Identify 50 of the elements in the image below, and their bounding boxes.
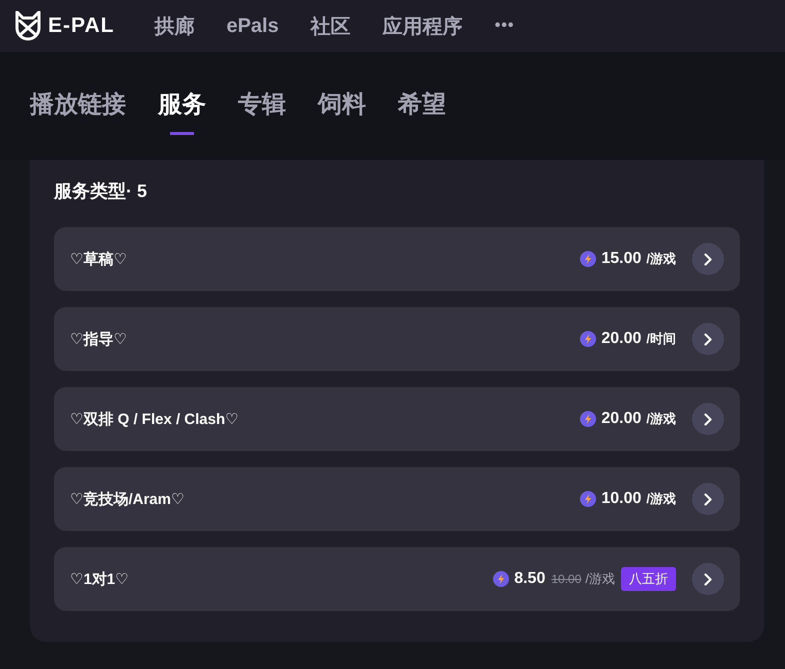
nav-link[interactable]: 社区 [310, 12, 351, 40]
service-card[interactable]: ♡指导♡ 20.00 /时间 [54, 307, 740, 371]
tab[interactable]: 专辑 [238, 90, 286, 135]
service-name: ♡竞技场/Aram♡ [70, 490, 184, 508]
tab[interactable]: 播放链接 [30, 90, 126, 135]
lightning-coin-icon [580, 491, 596, 507]
price-unit: /时间 [646, 330, 676, 348]
service-name: ♡草稿♡ [70, 250, 127, 268]
price-text: 15.00 [601, 250, 642, 268]
original-price: 10.00 [551, 572, 582, 586]
service-name: ♡1对1♡ [70, 570, 129, 588]
next-button[interactable] [692, 323, 724, 355]
lightning-coin-icon [580, 331, 596, 347]
discount-badge: 八五折 [621, 567, 676, 591]
chevron-right-icon [704, 572, 712, 586]
lightning-coin-icon [580, 411, 596, 427]
nav-link[interactable]: 应用程序 [382, 12, 463, 40]
chevron-right-icon [704, 492, 712, 506]
chevron-right-icon [704, 332, 712, 346]
price-text: 10.00 [601, 490, 642, 508]
service-card[interactable]: ♡草稿♡ 15.00 /游戏 [54, 227, 740, 291]
chevron-right-icon [704, 412, 712, 426]
section-title: 服务类型· 5 [54, 180, 148, 202]
service-card[interactable]: ♡竞技场/Aram♡ 10.00 /游戏 [54, 467, 740, 531]
price-text: 20.00 [601, 410, 642, 428]
price-unit: /游戏 [585, 570, 615, 588]
cat-logo-icon [14, 11, 42, 41]
lightning-coin-icon [580, 251, 596, 267]
next-button[interactable] [692, 563, 724, 595]
price-text: 20.00 [601, 330, 642, 348]
next-button[interactable] [692, 243, 724, 275]
price-unit: /游戏 [646, 490, 676, 508]
logo-wordmark[interactable]: E-PAL [48, 14, 114, 38]
service-card[interactable]: ♡双排 Q / Flex / Clash♡ 20.00 /游戏 [54, 387, 740, 451]
more-button[interactable]: ••• [494, 17, 515, 35]
nav-link[interactable]: ePals [226, 14, 279, 38]
service-name: ♡双排 Q / Flex / Clash♡ [70, 410, 239, 428]
tab[interactable]: 饲料 [318, 90, 366, 135]
next-button[interactable] [692, 403, 724, 435]
lightning-coin-icon [493, 571, 510, 587]
service-name: ♡指导♡ [70, 330, 127, 348]
next-button[interactable] [692, 483, 724, 515]
tab[interactable]: 服务 [158, 90, 206, 135]
price-unit: /游戏 [646, 410, 676, 428]
service-card[interactable]: ♡1对1♡ 8.50 10.00 /游戏 八五折 [54, 547, 740, 611]
tab[interactable]: 希望 [398, 90, 446, 135]
price-unit: /游戏 [646, 250, 676, 268]
nav-link[interactable]: 拱廊 [154, 12, 194, 40]
chevron-right-icon [704, 252, 712, 266]
price-text: 8.50 [514, 570, 546, 588]
